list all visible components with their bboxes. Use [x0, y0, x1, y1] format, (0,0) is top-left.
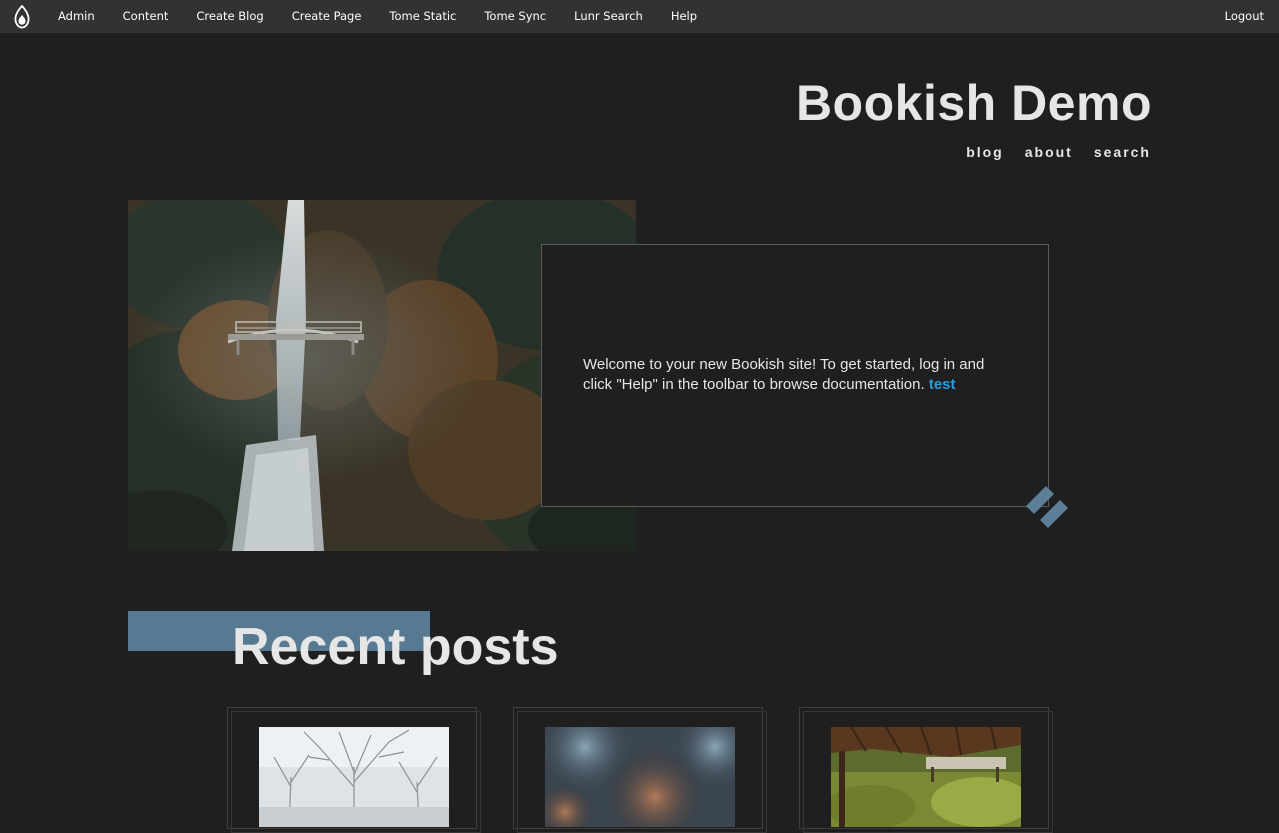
- logout-link[interactable]: Logout: [1211, 0, 1279, 33]
- hero-welcome-text: Welcome to your new Bookish site! To get…: [583, 356, 985, 393]
- post-thumbnail-snowy-tree[interactable]: [259, 727, 449, 827]
- site-title[interactable]: Bookish Demo: [796, 74, 1152, 132]
- nav-blog[interactable]: blog: [966, 144, 1004, 160]
- post-thumbnail-pavilion[interactable]: [831, 727, 1021, 827]
- hero-text: Welcome to your new Bookish site! To get…: [583, 355, 1003, 395]
- toolbar-tome-sync[interactable]: Tome Sync: [470, 0, 560, 33]
- site-nav: blog about search: [966, 144, 1151, 160]
- toolbar-content[interactable]: Content: [109, 0, 183, 33]
- admin-toolbar: Admin Content Create Blog Create Page To…: [0, 0, 1279, 33]
- post-card-2[interactable]: [513, 707, 767, 833]
- toolbar-create-page[interactable]: Create Page: [278, 0, 376, 33]
- toolbar-admin[interactable]: Admin: [43, 0, 109, 33]
- post-thumbnail-bokeh[interactable]: [545, 727, 735, 827]
- drupal-drop-icon[interactable]: [0, 0, 43, 33]
- nav-about[interactable]: about: [1025, 144, 1073, 160]
- hero-card: Welcome to your new Bookish site! To get…: [541, 244, 1049, 507]
- toolbar-create-blog[interactable]: Create Blog: [182, 0, 277, 33]
- toolbar-tome-static[interactable]: Tome Static: [375, 0, 470, 33]
- post-card-1[interactable]: [227, 707, 481, 833]
- diamond-stripes-icon: [1024, 484, 1070, 530]
- hero-test-link[interactable]: test: [929, 376, 956, 393]
- nav-search[interactable]: search: [1094, 144, 1151, 160]
- recent-posts-heading: Recent posts: [232, 618, 559, 676]
- post-card-3[interactable]: [799, 707, 1053, 833]
- toolbar-lunr-search[interactable]: Lunr Search: [560, 0, 657, 33]
- toolbar-help[interactable]: Help: [657, 0, 711, 33]
